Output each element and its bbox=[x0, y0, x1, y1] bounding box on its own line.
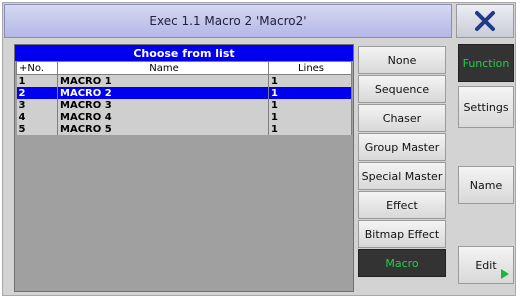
close-x-icon bbox=[475, 11, 495, 31]
category-macro-button[interactable]: Macro bbox=[358, 249, 446, 277]
choose-list: Choose from list +No. Name Lines 1 MACRO… bbox=[14, 44, 354, 292]
table-row[interactable]: 1 MACRO 1 1 bbox=[16, 74, 352, 87]
function-button[interactable]: Function bbox=[458, 44, 514, 82]
row-lines: 1 bbox=[268, 74, 352, 87]
row-name: MACRO 5 bbox=[57, 123, 269, 135]
category-group-master-button[interactable]: Group Master bbox=[358, 133, 446, 161]
row-name: MACRO 3 bbox=[57, 99, 269, 111]
window-title: Exec 1.1 Macro 2 'Macro2' bbox=[4, 4, 452, 38]
macro-table: +No. Name Lines 1 MACRO 1 1 2 MACRO 2 1 … bbox=[16, 61, 352, 135]
row-name: MACRO 1 bbox=[57, 74, 269, 87]
row-lines: 1 bbox=[268, 99, 352, 111]
row-no: 1 bbox=[16, 74, 58, 87]
category-chaser-button[interactable]: Chaser bbox=[358, 104, 446, 132]
column-header-name[interactable]: Name bbox=[57, 61, 269, 75]
table-row[interactable]: 2 MACRO 2 1 bbox=[16, 87, 352, 99]
row-lines: 1 bbox=[268, 111, 352, 123]
row-name: MACRO 4 bbox=[57, 111, 269, 123]
category-special-master-button[interactable]: Special Master bbox=[358, 162, 446, 190]
list-header: Choose from list bbox=[15, 45, 353, 61]
column-header-lines[interactable]: Lines bbox=[268, 61, 352, 75]
row-lines: 1 bbox=[268, 87, 352, 99]
settings-button[interactable]: Settings bbox=[458, 86, 514, 128]
row-no: 3 bbox=[16, 99, 58, 111]
close-button[interactable] bbox=[456, 4, 514, 38]
table-row[interactable]: 3 MACRO 3 1 bbox=[16, 99, 352, 111]
table-row[interactable]: 4 MACRO 4 1 bbox=[16, 111, 352, 123]
name-button[interactable]: Name bbox=[458, 166, 514, 204]
edit-button[interactable]: Edit bbox=[458, 246, 514, 284]
row-no: 4 bbox=[16, 111, 58, 123]
row-no: 2 bbox=[16, 87, 58, 99]
table-row[interactable]: 5 MACRO 5 1 bbox=[16, 123, 352, 135]
row-name: MACRO 2 bbox=[57, 87, 269, 99]
category-sequence-button[interactable]: Sequence bbox=[358, 75, 446, 103]
row-lines: 1 bbox=[268, 123, 352, 135]
play-arrow-icon bbox=[501, 269, 509, 279]
edit-label: Edit bbox=[475, 258, 497, 272]
category-bitmap-effect-button[interactable]: Bitmap Effect bbox=[358, 220, 446, 248]
row-no: 5 bbox=[16, 123, 58, 135]
category-effect-button[interactable]: Effect bbox=[358, 191, 446, 219]
category-none-button[interactable]: None bbox=[358, 46, 446, 74]
column-header-no[interactable]: +No. bbox=[16, 61, 58, 75]
